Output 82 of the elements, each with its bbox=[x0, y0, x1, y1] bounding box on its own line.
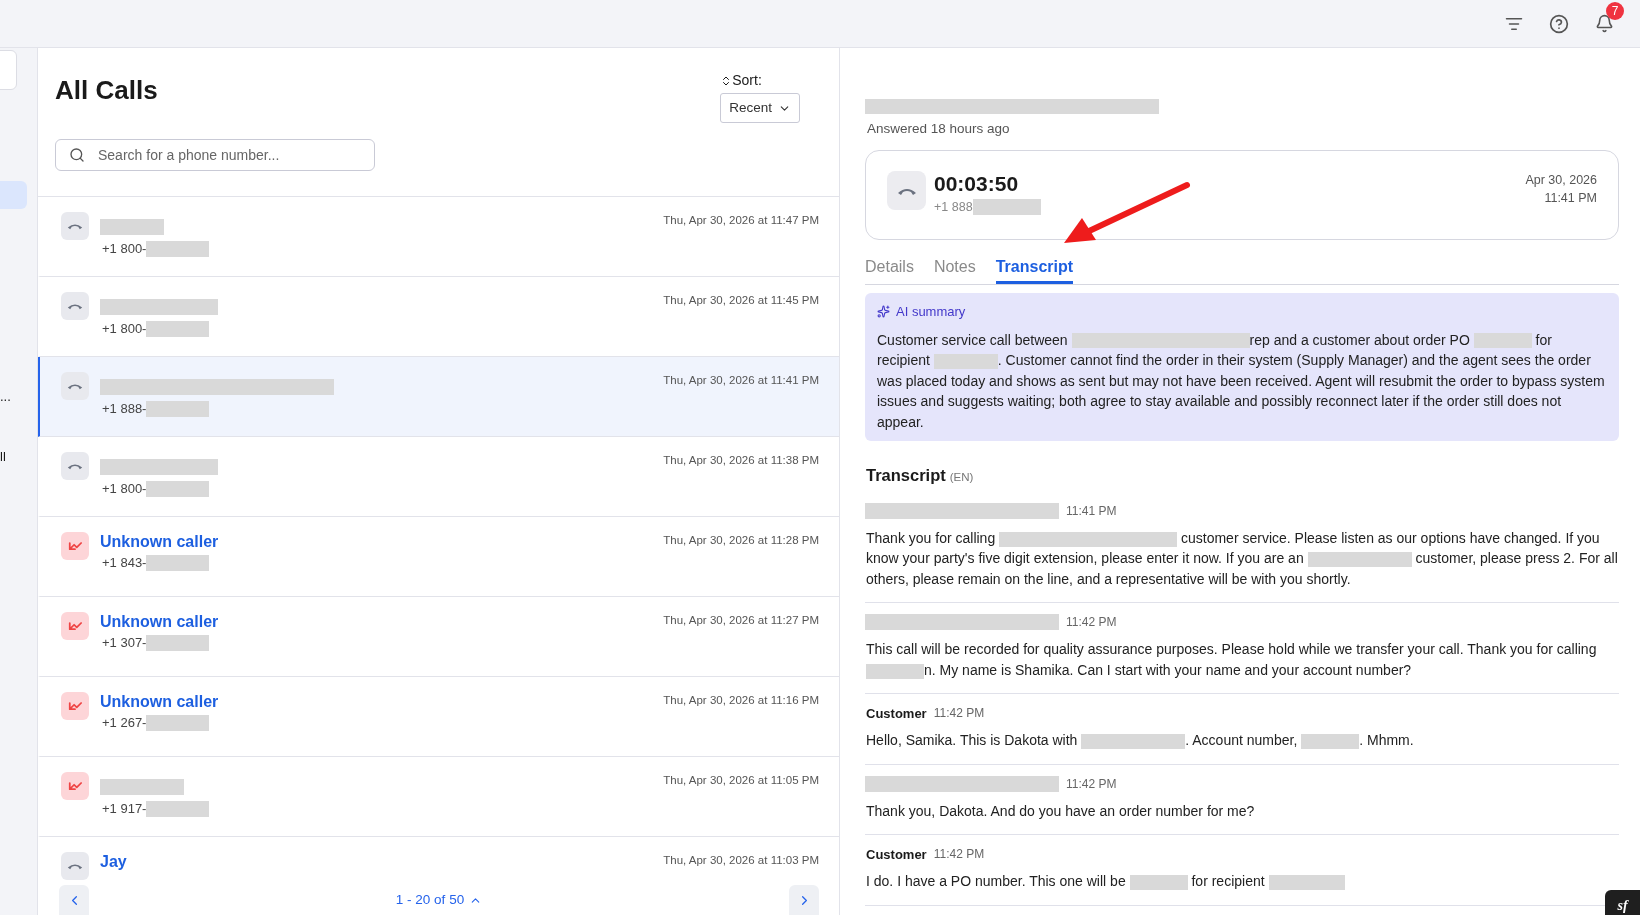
redacted-bar bbox=[100, 218, 164, 235]
call-date: Thu, Apr 30, 2026 at 11:16 PM bbox=[663, 693, 819, 708]
debug-toolbar-badge[interactable]: sf bbox=[1605, 890, 1640, 915]
phone-number: +1 888 bbox=[934, 199, 973, 216]
message-time: 11:42 PM bbox=[933, 846, 985, 864]
transcript-message: This call will be recorded for quality assurance purposes. Please hold while we transfer your call. Thank you for calling n. My name is Shamika. Can I start with your name and your account number? bbox=[865, 640, 1598, 681]
phone-number: +1 267- bbox=[102, 715, 147, 731]
call-date: Thu, Apr 30, 2026 at 11:41 PM bbox=[663, 373, 819, 388]
pagination-dropdown[interactable]: 1 - 20 of 50 bbox=[395, 889, 483, 911]
sidebar-text: ll bbox=[0, 450, 6, 464]
call-date: Apr 30, 2026 bbox=[1525, 172, 1597, 189]
search-field[interactable]: Search for a phone number... bbox=[55, 139, 375, 171]
phone-handset-icon bbox=[67, 462, 83, 470]
caller-name-link[interactable]: Unknown caller bbox=[100, 532, 664, 552]
page-title: All Calls bbox=[55, 74, 158, 106]
call-date: Thu, Apr 30, 2026 at 11:28 PM bbox=[663, 533, 819, 548]
ai-summary-title: AI summary bbox=[896, 303, 966, 321]
call-date: Thu, Apr 30, 2026 at 11:38 PM bbox=[663, 453, 819, 468]
redacted-bar bbox=[146, 715, 210, 731]
redacted-bar bbox=[146, 321, 210, 337]
phone-number: +1 888- bbox=[102, 401, 147, 417]
redacted-bar bbox=[146, 401, 210, 417]
caller-name-link[interactable]: Jay bbox=[100, 852, 664, 872]
previous-page-button[interactable] bbox=[59, 885, 89, 915]
missed-call-arrow-icon bbox=[68, 780, 82, 792]
speaker-name: Customer bbox=[865, 704, 927, 723]
transcript-message: Hello, Samika. This is Dakota with . Account number, . Mhmm. bbox=[865, 731, 1415, 751]
redacted-bar bbox=[972, 199, 1041, 216]
caller-name-link[interactable]: Unknown caller bbox=[100, 692, 664, 712]
call-date: Thu, Apr 30, 2026 at 11:27 PM bbox=[663, 613, 819, 628]
redacted-bar bbox=[146, 481, 210, 497]
transcript-message: Thank you, Dakota. And do you have an order number for me? bbox=[865, 801, 1256, 821]
redacted-bar bbox=[146, 635, 210, 651]
debug-toolbar-logo: sf bbox=[1617, 897, 1628, 915]
sort-dropdown[interactable]: Recent bbox=[720, 93, 800, 123]
redacted-bar bbox=[146, 555, 210, 571]
ai-summary-text: Customer service call between rep and a customer about order PO for recipient . Customer cannot find the order in their system (Supply Manager) and the agent sees the order was placed today and shows as sent but may not have been received. Agent will resubmit the order to bypass system issues and suggests waiting; both agree to stay available and possibly reconnect later if the order still does not appear. bbox=[877, 330, 1606, 432]
call-duration: 00:03:50 bbox=[934, 171, 1020, 197]
sort-label: Sort: bbox=[732, 71, 762, 90]
call-status: Answered 18 hours ago bbox=[866, 120, 1011, 138]
message-time: 11:42 PM bbox=[1066, 775, 1117, 793]
sidebar-item[interactable] bbox=[0, 181, 27, 209]
phone-number: +1 800- bbox=[102, 481, 147, 497]
message-time: 11:42 PM bbox=[933, 705, 985, 723]
call-date: Thu, Apr 30, 2026 at 11:47 PM bbox=[663, 213, 819, 228]
tab[interactable]: Notes bbox=[933, 256, 976, 284]
help-icon[interactable] bbox=[1549, 13, 1569, 34]
notifications-icon[interactable] bbox=[1595, 14, 1614, 33]
notification-badge: 7 bbox=[1606, 2, 1624, 20]
missed-call-arrow-icon bbox=[68, 700, 82, 712]
message-time: 11:41 PM bbox=[1066, 502, 1117, 520]
redacted-bar bbox=[146, 801, 210, 817]
transcript-message: I do. I have a PO number. This one will be for recipient bbox=[865, 871, 1619, 892]
phone-handset-icon bbox=[67, 302, 83, 310]
missed-call-arrow-icon bbox=[68, 540, 82, 552]
phone-number: +1 800- bbox=[102, 241, 147, 257]
caller-name-link[interactable]: Unknown caller bbox=[100, 612, 664, 632]
tab[interactable]: Details bbox=[865, 256, 914, 284]
missed-call-arrow-icon bbox=[68, 620, 82, 632]
redacted-bar bbox=[146, 241, 210, 257]
phone-number: +1 917- bbox=[102, 801, 147, 817]
phone-handset-icon bbox=[67, 222, 83, 230]
speaker-name: Customer bbox=[865, 845, 927, 864]
call-list-item[interactable]: +1 888- Thu, Apr 30, 2026 at 11:41 PM bbox=[38, 357, 839, 437]
transcript-language: (EN) bbox=[949, 470, 974, 485]
search-icon bbox=[69, 147, 85, 163]
sidebar-text: ... bbox=[0, 390, 11, 404]
phone-handset-icon bbox=[67, 382, 83, 390]
sparkle-icon bbox=[877, 305, 890, 319]
call-date: Thu, Apr 30, 2026 at 11:05 PM bbox=[663, 773, 819, 788]
call-time: 11:41 PM bbox=[1544, 190, 1597, 207]
phone-number: +1 843- bbox=[102, 555, 147, 571]
tab[interactable]: Transcript bbox=[995, 256, 1074, 284]
transcript-heading: Transcript bbox=[866, 465, 946, 486]
phone-number: +1 307- bbox=[102, 635, 147, 651]
call-date: Thu, Apr 30, 2026 at 11:03 PM bbox=[663, 853, 819, 868]
transcript-message: Thank you for calling customer service. Please listen as our options have changed. If you know your party's five digit extension, please enter it now. If you are an customer, please press 2. For all others, please remain on the line, and a representative will be with you shortly. bbox=[865, 528, 1619, 589]
message-time: 11:42 PM bbox=[1066, 614, 1117, 632]
call-date: Thu, Apr 30, 2026 at 11:45 PM bbox=[663, 293, 819, 308]
next-page-button[interactable] bbox=[789, 885, 819, 915]
phone-handset-icon bbox=[67, 862, 83, 870]
phone-number: +1 800- bbox=[102, 321, 147, 337]
